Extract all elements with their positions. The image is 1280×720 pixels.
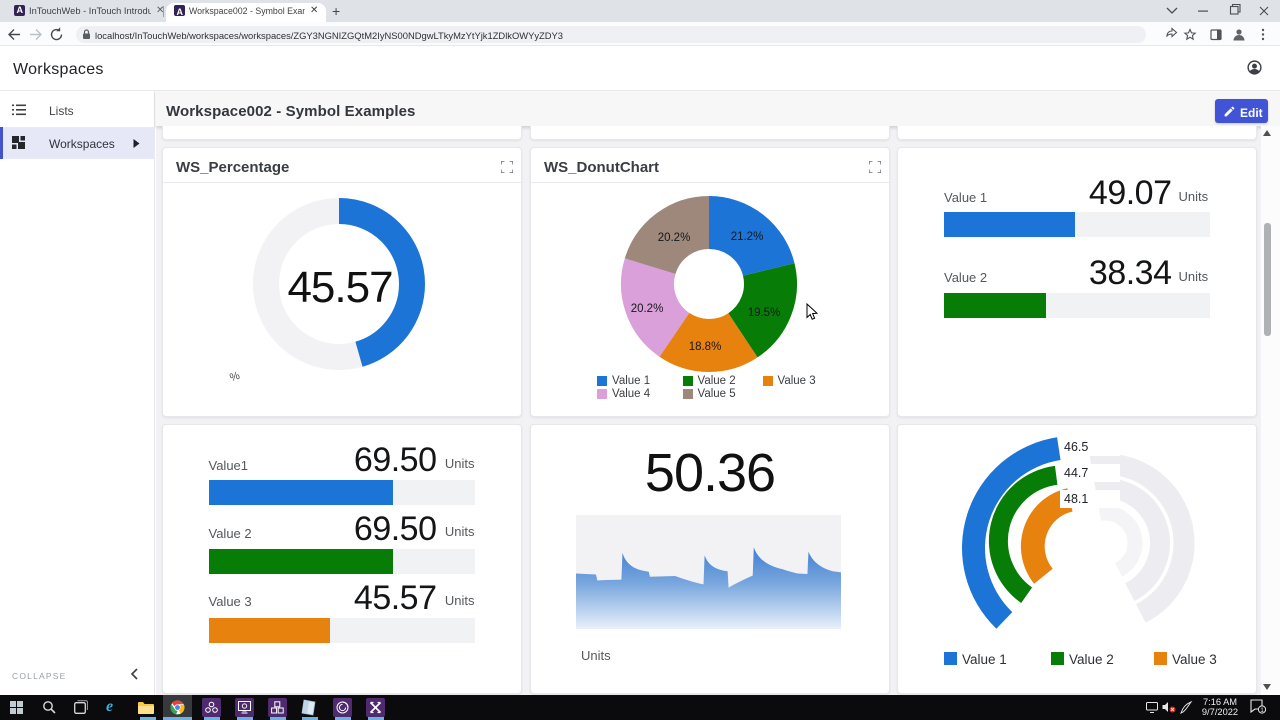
svg-text:1: 1 (1260, 707, 1264, 714)
